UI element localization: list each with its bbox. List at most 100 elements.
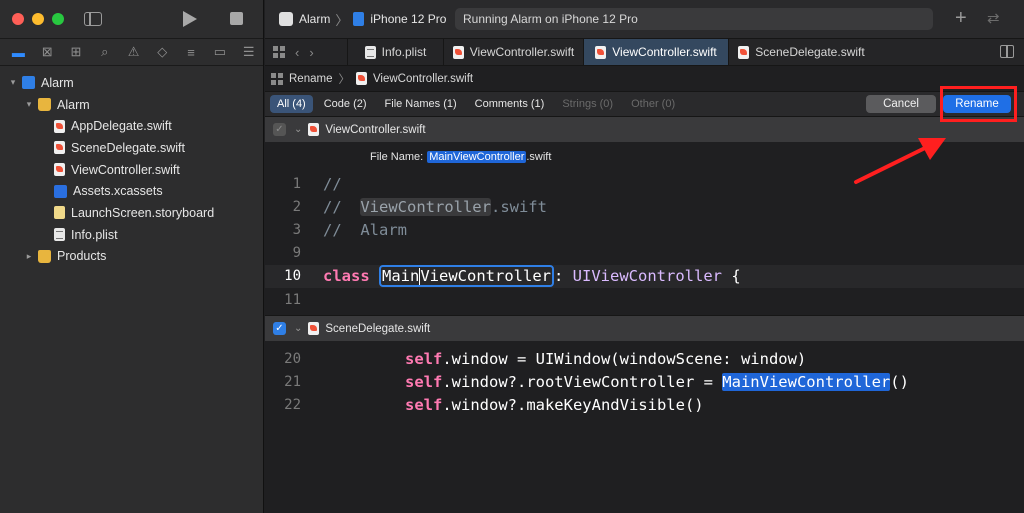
tree-item[interactable]: Info.plist — [0, 224, 263, 246]
tree-item[interactable]: SceneDelegate.swift — [0, 137, 263, 159]
grid-icon — [271, 72, 283, 85]
filename-new-name[interactable]: MainViewController — [427, 151, 527, 163]
chevron-right-icon: 〉 — [338, 73, 350, 86]
line-number: 20 — [284, 350, 301, 367]
code-line: 3 // Alarm — [265, 218, 1024, 241]
disclosure-open-icon[interactable]: ▾ — [24, 99, 34, 110]
swift-file-icon — [738, 45, 750, 59]
line-number: 2 — [292, 198, 301, 215]
scheme-icon — [279, 12, 293, 26]
minimize-window-button[interactable] — [32, 13, 44, 25]
code-text: () — [890, 372, 909, 391]
comment-match[interactable]: ViewController — [360, 197, 491, 216]
code-line: 9 — [265, 242, 1024, 265]
split-editor-icon[interactable] — [1000, 45, 1014, 58]
test-navigator-icon[interactable]: ◇ — [148, 44, 177, 60]
issue-navigator-icon[interactable]: ⚠ — [119, 44, 148, 60]
code-keyword: self — [405, 372, 443, 391]
debug-navigator-icon[interactable]: ≡ — [177, 45, 206, 60]
code-line-current: 10 class MainViewController: UIViewContr… — [265, 264, 1024, 288]
file-tree: ▾ Alarm ▾ Alarm AppDelegate.swift SceneDelega… — [0, 66, 263, 267]
line-number: 3 — [292, 221, 301, 238]
symbol-navigator-icon[interactable]: ⊞ — [62, 44, 91, 60]
stop-icon[interactable] — [230, 12, 243, 25]
code-comment: // — [323, 174, 342, 193]
filter-chips: All (4) Code (2) File Names (1) Comments (1… — [270, 95, 686, 113]
swift-icon — [54, 141, 65, 155]
folder-icon — [38, 98, 51, 112]
editor-tab[interactable]: ViewController.swift — [443, 39, 583, 65]
filename-label: File Name: — [370, 151, 424, 163]
editor-tab-label: ViewController.swift — [469, 45, 575, 59]
breadcrumb-action[interactable]: Rename — [289, 73, 332, 85]
filter-chip: Strings (0) — [562, 98, 614, 110]
rename-match[interactable]: MainViewController — [722, 372, 891, 391]
code-keyword: self — [405, 396, 443, 415]
code-review-icon[interactable]: ⇄ — [987, 9, 1000, 27]
add-icon[interactable]: + — [955, 8, 967, 28]
storyboard-icon — [54, 206, 65, 220]
filter-chip[interactable]: Code (2) — [317, 95, 374, 113]
tree-item-label: SceneDelegate.swift — [71, 140, 185, 155]
related-items-icon[interactable] — [273, 46, 285, 58]
run-icon[interactable] — [183, 11, 197, 27]
project-navigator-icon[interactable]: ▬ — [4, 45, 33, 60]
tree-item[interactable]: ViewController.swift — [0, 159, 263, 181]
editor-tab-label: Info.plist — [381, 45, 427, 59]
scheme-selector[interactable]: Alarm 〉 iPhone 12 Pro — [265, 10, 446, 29]
tree-item[interactable]: ▾ Alarm — [0, 72, 263, 94]
tree-item[interactable]: ▾ Alarm — [0, 94, 263, 116]
file-section-name: SceneDelegate.swift — [325, 322, 431, 335]
close-window-button[interactable] — [12, 13, 24, 25]
editor-tab[interactable]: SceneDelegate.swift — [728, 39, 874, 65]
chevron-down-icon[interactable]: ⌄ — [294, 124, 302, 135]
rename-filter-bar: All (4) Code (2) File Names (1) Comments (1… — [265, 86, 1024, 122]
line-number: 11 — [284, 291, 301, 308]
navigator-tabs: ▬ ⊠ ⊞ ⌕ ⚠ ◇ ≡ ▭ ☰ — [0, 38, 263, 66]
file-section-header: ✓ ⌄ ViewController.swift — [265, 116, 1024, 142]
folder-icon — [38, 249, 51, 263]
chevron-right-icon: 〉 — [335, 12, 349, 28]
swift-file-icon — [355, 72, 367, 85]
line-number: 22 — [284, 397, 301, 414]
plist-icon — [54, 228, 65, 242]
tree-item[interactable]: AppDelegate.swift — [0, 115, 263, 137]
disclosure-open-icon[interactable]: ▾ — [8, 77, 18, 88]
disclosure-closed-icon[interactable]: ▸ — [24, 251, 34, 262]
filter-chip[interactable]: All (4) — [270, 95, 313, 113]
back-icon[interactable]: ‹ — [295, 45, 299, 60]
source-control-icon[interactable]: ⊠ — [33, 44, 62, 60]
breadcrumb: Rename 〉 ViewController.swift — [265, 66, 1024, 92]
tree-item[interactable]: Assets.xcassets — [0, 180, 263, 202]
editor-tab[interactable]: ViewController.swift — [583, 39, 728, 65]
breakpoint-navigator-icon[interactable]: ▭ — [205, 44, 234, 60]
window-controls — [0, 0, 263, 38]
rename-edit-field[interactable]: MainViewController — [379, 265, 554, 288]
navigator-sidebar: ▬ ⊠ ⊞ ⌕ ⚠ ◇ ≡ ▭ ☰ ▾ Alarm ▾ Alarm AppDelegat… — [0, 0, 264, 513]
file-include-checkbox[interactable]: ✓ — [273, 322, 286, 336]
code-line: 11 — [265, 288, 1024, 311]
find-navigator-icon[interactable]: ⌕ — [90, 44, 119, 60]
tree-item-label: Products — [57, 249, 107, 264]
editor-tab[interactable]: Info.plist — [347, 39, 443, 65]
filter-chip[interactable]: Comments (1) — [468, 95, 552, 113]
filter-chip[interactable]: File Names (1) — [378, 95, 464, 113]
tree-item[interactable]: ▸ Products — [0, 246, 263, 268]
file-include-checkbox[interactable]: ✓ — [273, 123, 286, 136]
annotation-highlight-box — [940, 86, 1017, 122]
file-section-header: ✓ ⌄ SceneDelegate.swift — [265, 315, 1024, 342]
chevron-down-icon[interactable]: ⌄ — [294, 323, 302, 334]
forward-icon[interactable]: › — [309, 45, 313, 60]
line-number: 1 — [292, 175, 301, 192]
maximize-window-button[interactable] — [52, 13, 64, 25]
filter-chip: Other (0) — [631, 98, 676, 110]
cancel-button[interactable]: Cancel — [866, 95, 936, 113]
breadcrumb-file[interactable]: ViewController.swift — [373, 73, 473, 85]
sidebar-toggle-icon[interactable] — [84, 12, 102, 26]
report-navigator-icon[interactable]: ☰ — [234, 44, 263, 60]
code-line: 2 // ViewController .swift — [265, 195, 1024, 218]
editor-tabbar: ‹ › Info.plist ViewController.swift ViewCo… — [265, 38, 1024, 66]
tree-item[interactable]: LaunchScreen.storyboard — [0, 202, 263, 224]
code-punct: : — [554, 267, 573, 286]
code-punct: { — [721, 267, 741, 286]
